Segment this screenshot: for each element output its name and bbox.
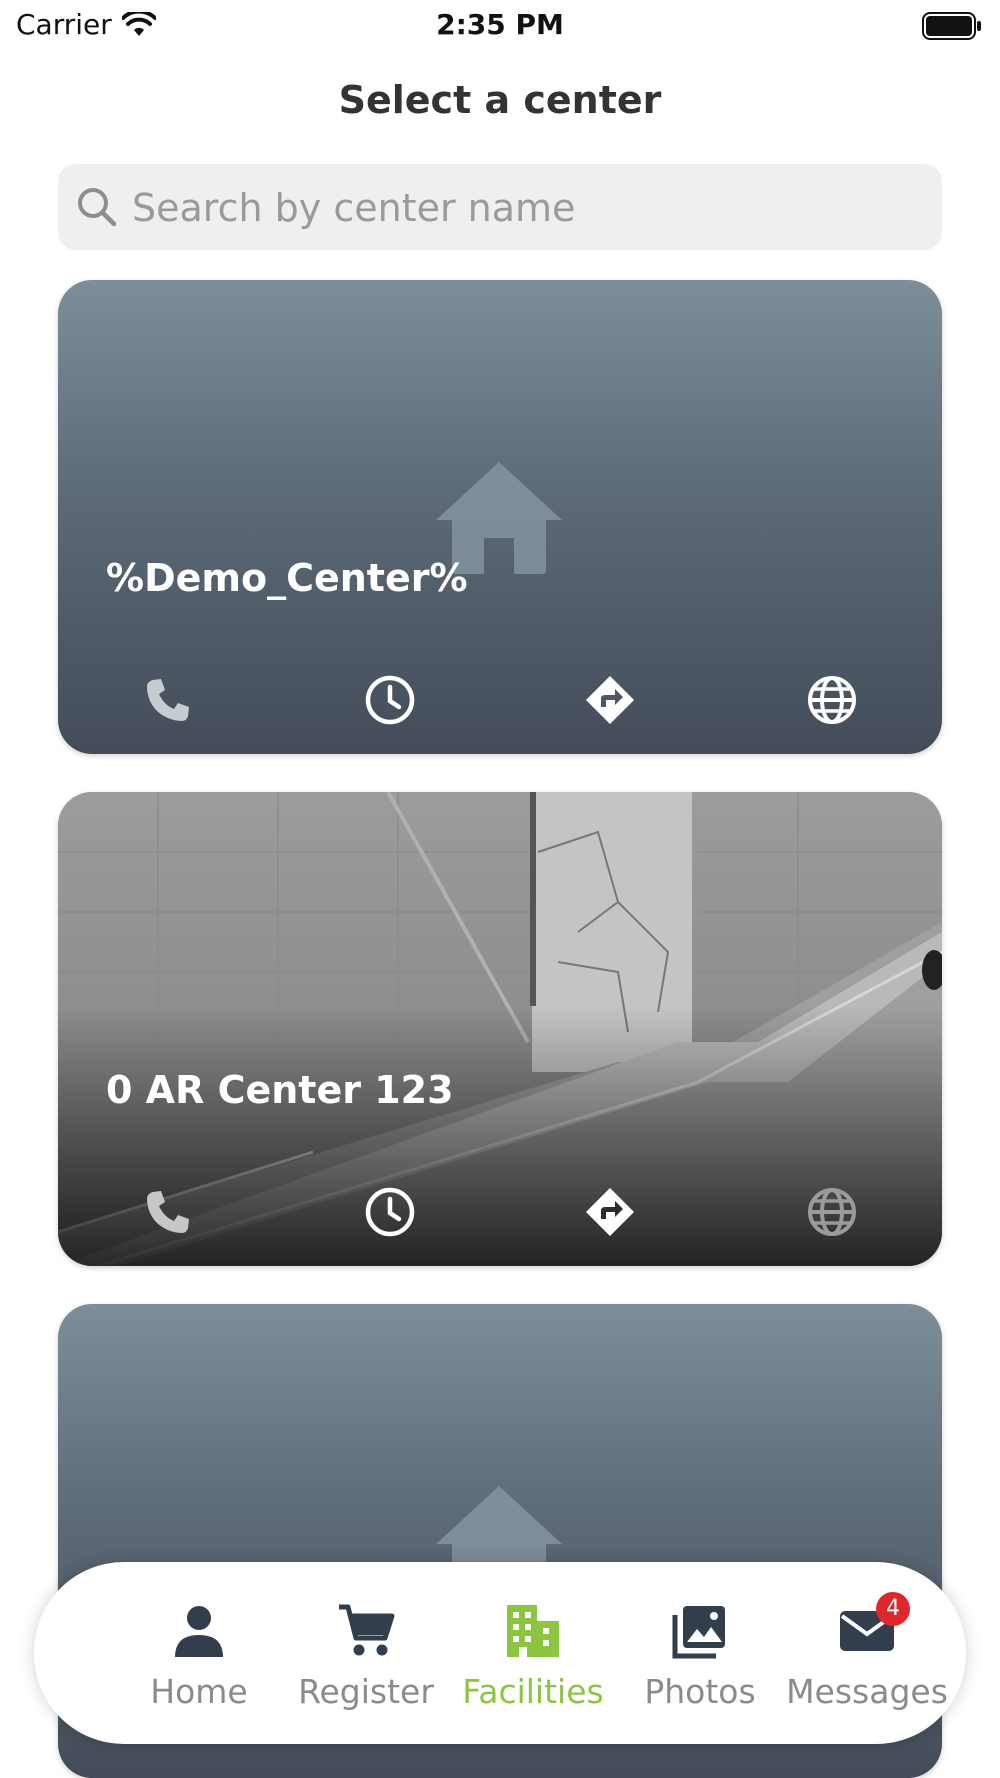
tab-register[interactable]: Register bbox=[281, 1598, 451, 1728]
tab-label: Register bbox=[298, 1672, 434, 1711]
center-name: 0 AR Center 123 bbox=[106, 1068, 454, 1112]
tab-label: Home bbox=[150, 1672, 248, 1711]
center-card[interactable]: 0 AR Center 123 bbox=[58, 792, 942, 1266]
tab-home[interactable]: Home bbox=[114, 1598, 284, 1728]
tab-label: Messages bbox=[786, 1672, 948, 1711]
tab-label: Photos bbox=[644, 1672, 756, 1711]
clock-icon[interactable] bbox=[360, 1182, 420, 1242]
center-card[interactable]: %Demo_Center% bbox=[58, 280, 942, 754]
directions-icon[interactable] bbox=[580, 1182, 640, 1242]
tab-messages[interactable]: 4 Messages bbox=[782, 1592, 952, 1728]
building-icon bbox=[448, 1598, 618, 1664]
search-icon bbox=[76, 186, 118, 232]
globe-icon[interactable] bbox=[802, 1182, 862, 1242]
search-input[interactable] bbox=[130, 164, 924, 252]
phone-icon[interactable] bbox=[138, 1182, 198, 1242]
unread-badge: 4 bbox=[876, 1592, 910, 1626]
tab-photos[interactable]: Photos bbox=[615, 1598, 785, 1728]
card-actions bbox=[58, 670, 942, 730]
card-actions bbox=[58, 1182, 942, 1242]
phone-icon[interactable] bbox=[138, 670, 198, 730]
center-name: %Demo_Center% bbox=[106, 556, 468, 600]
photos-icon bbox=[615, 1598, 785, 1664]
battery-icon bbox=[922, 12, 982, 44]
tab-label: Facilities bbox=[462, 1672, 604, 1711]
globe-icon[interactable] bbox=[802, 670, 862, 730]
bottom-tab-bar: Home Register Facilities Photos 4 Messag… bbox=[34, 1562, 966, 1744]
page-title: Select a center bbox=[338, 78, 662, 122]
mail-icon bbox=[782, 1598, 952, 1664]
clock-icon[interactable] bbox=[360, 670, 420, 730]
search-bar[interactable] bbox=[58, 164, 942, 252]
cart-icon bbox=[281, 1598, 451, 1664]
person-icon bbox=[114, 1598, 284, 1664]
clock: 2:35 PM bbox=[436, 8, 564, 41]
directions-icon[interactable] bbox=[580, 670, 640, 730]
tab-facilities[interactable]: Facilities bbox=[448, 1598, 618, 1728]
status-bar: Carrier 2:35 PM bbox=[0, 0, 1000, 50]
